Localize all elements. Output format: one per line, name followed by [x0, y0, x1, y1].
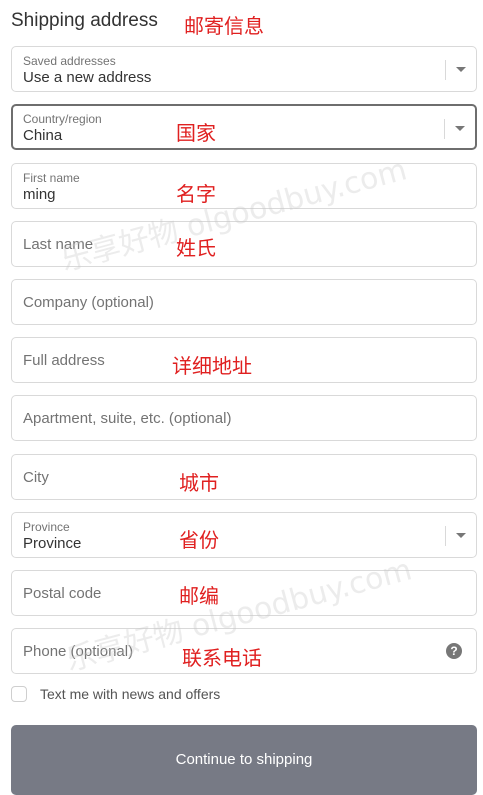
- continue-to-shipping-button[interactable]: Continue to shipping: [11, 725, 477, 795]
- annotation-first-name: 名字: [176, 182, 216, 206]
- newsletter-checkbox[interactable]: [11, 686, 27, 702]
- first-name-field[interactable]: First name ming: [11, 163, 477, 209]
- country-label: Country/region: [23, 112, 102, 126]
- postal-code-placeholder: Postal code: [23, 585, 102, 602]
- apartment-field[interactable]: Apartment, suite, etc. (optional): [11, 395, 477, 441]
- province-select[interactable]: Province Province: [11, 512, 477, 558]
- phone-placeholder: Phone (optional): [23, 643, 134, 660]
- chevron-down-icon: [456, 67, 466, 72]
- select-divider: [444, 119, 445, 139]
- address-placeholder: Full address: [23, 352, 105, 369]
- first-name-value: ming: [23, 186, 56, 203]
- annotation-city: 城市: [179, 471, 219, 495]
- chevron-down-icon: [456, 533, 466, 538]
- select-divider: [445, 60, 446, 80]
- help-icon[interactable]: ?: [446, 643, 462, 659]
- saved-addresses-select[interactable]: Saved addresses Use a new address: [11, 46, 477, 92]
- continue-button-label: Continue to shipping: [175, 751, 313, 768]
- newsletter-label: Text me with news and offers: [40, 686, 221, 702]
- company-field[interactable]: Company (optional): [11, 279, 477, 325]
- select-divider: [445, 526, 446, 546]
- city-field[interactable]: City: [11, 454, 477, 500]
- country-value: China: [23, 127, 63, 144]
- chevron-down-icon: [455, 126, 465, 131]
- postal-code-field[interactable]: Postal code: [11, 570, 477, 616]
- annotation-phone: 联系电话: [182, 646, 262, 670]
- city-placeholder: City: [23, 469, 49, 486]
- country-select[interactable]: Country/region China: [11, 104, 477, 150]
- apartment-placeholder: Apartment, suite, etc. (optional): [23, 410, 232, 427]
- company-placeholder: Company (optional): [23, 294, 154, 311]
- annotation-title: 邮寄信息: [184, 14, 264, 38]
- annotation-postal: 邮编: [179, 584, 219, 608]
- last-name-field[interactable]: Last name: [11, 221, 477, 267]
- annotation-last-name: 姓氏: [176, 236, 216, 260]
- first-name-label: First name: [23, 171, 80, 185]
- page-title: Shipping address: [11, 10, 158, 31]
- annotation-address: 详细地址: [172, 354, 252, 378]
- saved-addresses-label: Saved addresses: [23, 54, 116, 68]
- last-name-placeholder: Last name: [23, 236, 94, 253]
- annotation-province: 省份: [179, 528, 219, 552]
- saved-addresses-value: Use a new address: [23, 69, 152, 86]
- province-label: Province: [23, 520, 70, 534]
- annotation-country: 国家: [176, 121, 216, 145]
- province-value: Province: [23, 535, 82, 552]
